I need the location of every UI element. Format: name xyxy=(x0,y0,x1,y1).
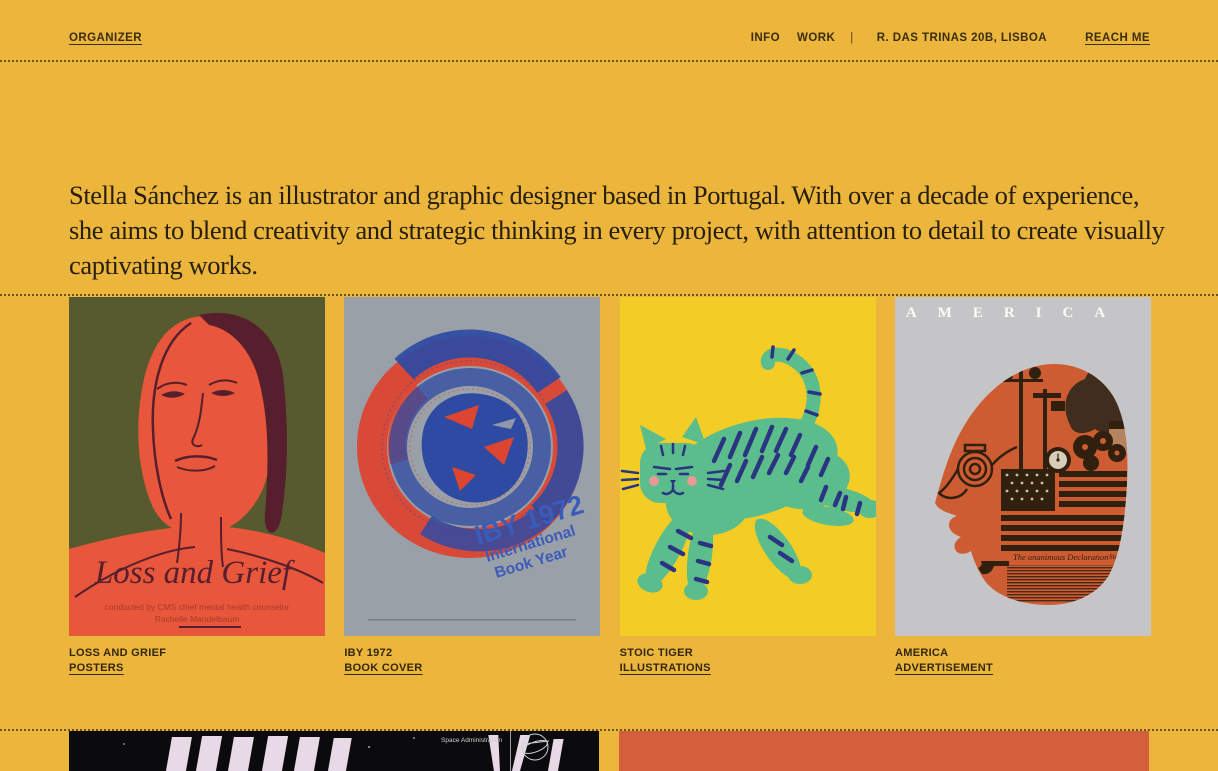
america-poster: AMERICA xyxy=(895,297,1151,636)
declaration-heading: The unanimous Declaration xyxy=(1013,552,1108,562)
poster-script-title: Loss and Grief xyxy=(94,555,295,591)
fineprint-line xyxy=(368,619,576,621)
nav-separator: | xyxy=(850,32,853,44)
project-image-america[interactable]: AMERICA xyxy=(895,297,1151,636)
poster-credit-line1: conducted by CMS chief mental health cou… xyxy=(105,602,290,612)
header-divider xyxy=(0,60,1218,62)
project-card-america: AMERICA xyxy=(895,297,1151,675)
credit-underline xyxy=(179,626,241,628)
project-image-nasa-partial[interactable]: Space Administration xyxy=(69,731,599,771)
iby-1972-poster: IBY 1972 International Book Year xyxy=(344,297,600,636)
project-title: LOSS AND GRIEF xyxy=(69,646,325,661)
project-title: STOIC TIGER xyxy=(620,646,876,661)
project-image-loss-and-grief[interactable]: Loss and Grief conducted by CMS chief me… xyxy=(69,297,325,636)
poster-letters-partial xyxy=(165,735,565,771)
section-divider xyxy=(0,294,1218,296)
project-card-stoic-tiger: STOIC TIGER ILLUSTRATIONS xyxy=(620,297,876,675)
header-nav: INFO WORK | R. DAS TRINAS 20B, LISBOA RE… xyxy=(751,32,1150,44)
project-card-iby-1972: IBY 1972 International Book Year IBY 197… xyxy=(344,297,600,675)
project-title: AMERICA xyxy=(895,646,1151,661)
project-image-iby-1972[interactable]: IBY 1972 International Book Year xyxy=(344,297,600,636)
project-title: IBY 1972 xyxy=(344,646,600,661)
nasa-logo-icon xyxy=(521,734,549,760)
projects-row-2: Space Administration xyxy=(69,731,1149,771)
reach-me-link[interactable]: REACH ME xyxy=(1085,32,1150,44)
project-image-stoic-tiger[interactable] xyxy=(620,297,876,636)
project-category-link[interactable]: ADVERTISEMENT xyxy=(895,661,993,676)
project-category-link[interactable]: POSTERS xyxy=(69,661,124,676)
address-text: R. DAS TRINAS 20B, LISBOA xyxy=(877,32,1047,44)
project-card-loss-and-grief: Loss and Grief conducted by CMS chief me… xyxy=(69,297,325,675)
nav-info[interactable]: INFO xyxy=(751,32,780,44)
header: ORGANIZER INFO WORK | R. DAS TRINAS 20B,… xyxy=(0,0,1218,61)
project-caption: IBY 1972 BOOK COVER xyxy=(344,646,600,675)
brand-link[interactable]: ORGANIZER xyxy=(69,32,142,44)
project-image-orange-partial[interactable] xyxy=(619,731,1149,771)
divider-line xyxy=(510,731,511,771)
projects-grid: Loss and Grief conducted by CMS chief me… xyxy=(69,297,1151,675)
project-caption: LOSS AND GRIEF POSTERS xyxy=(69,646,325,675)
nasa-caption: Space Administration xyxy=(441,737,502,744)
project-category-link[interactable]: BOOK COVER xyxy=(344,661,422,676)
nav-work[interactable]: WORK xyxy=(797,32,835,44)
stoic-tiger-illustration xyxy=(620,297,876,636)
project-caption: STOIC TIGER ILLUSTRATIONS xyxy=(620,646,876,675)
poster-credit-line2: Rachelle Mandelbaum xyxy=(155,614,240,624)
loss-and-grief-poster: Loss and Grief conducted by CMS chief me… xyxy=(69,297,325,636)
intro-paragraph: Stella Sánchez is an illustrator and gra… xyxy=(69,178,1167,283)
poster-title-america: AMERICA xyxy=(906,305,1126,321)
project-caption: AMERICA ADVERTISEMENT xyxy=(895,646,1151,675)
project-category-link[interactable]: ILLUSTRATIONS xyxy=(620,661,711,676)
